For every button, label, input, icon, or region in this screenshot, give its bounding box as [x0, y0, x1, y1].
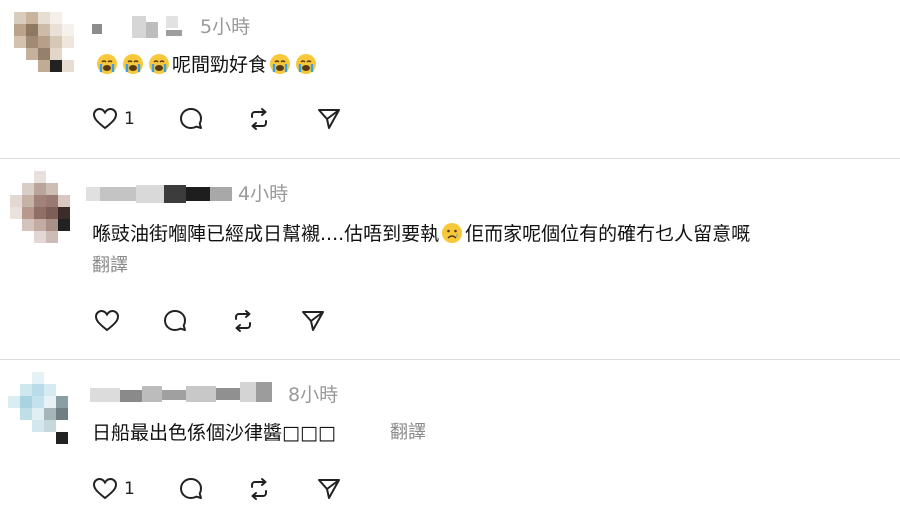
reply-button[interactable] [178, 104, 204, 134]
comment-icon [164, 310, 186, 331]
sad-face-icon [442, 223, 463, 243]
translate-link[interactable]: 翻譯 [92, 255, 128, 277]
send-icon [302, 311, 324, 331]
avatar[interactable] [10, 171, 74, 251]
repost-button[interactable] [230, 306, 256, 336]
send-icon [318, 109, 340, 129]
action-bar: 1 [92, 104, 372, 134]
crying-face-icon [270, 54, 291, 74]
heart-icon [92, 477, 118, 500]
repost-icon [235, 310, 251, 332]
timestamp: 8小時 [288, 384, 339, 406]
comment-icon [180, 478, 202, 499]
comment-1: 5小時 呢間勁好食 1 [0, 0, 900, 158]
timestamp: 4小時 [238, 183, 289, 205]
like-button[interactable]: 1 [92, 104, 135, 134]
send-icon [318, 479, 340, 499]
like-button[interactable]: 1 [92, 474, 135, 504]
crying-face-icon [296, 54, 317, 74]
comment-icon [180, 108, 202, 129]
share-button[interactable] [316, 104, 342, 134]
crying-face-icon [97, 54, 117, 74]
comment-text-part-1: 喺豉油街嗰陣已經成日幫襯....估唔到要執 [92, 223, 440, 245]
timestamp: 5小時 [200, 16, 251, 38]
repost-button[interactable] [246, 104, 272, 134]
like-button[interactable] [94, 306, 120, 336]
comment-text-part-2: 佢而家呢個位有的確冇乜人留意嘅 [465, 223, 751, 245]
action-bar [94, 306, 354, 336]
comment-text: 喺豉油街嗰陣已經成日幫襯....估唔到要執 佢而家呢個位有的確冇乜人留意嘅 [92, 221, 750, 247]
heart-icon [92, 107, 118, 130]
repost-icon [251, 108, 267, 130]
like-count: 1 [124, 109, 135, 129]
comment-3: 8小時 日船最出色係個沙律醬□□□ 翻譯 1 [0, 360, 900, 506]
translate-link[interactable]: 翻譯 [390, 422, 426, 444]
comment-text: 日船最出色係個沙律醬□□□ [92, 422, 336, 444]
username-blurred[interactable] [90, 382, 280, 404]
username-blurred[interactable] [92, 16, 192, 38]
reply-button[interactable] [162, 306, 188, 336]
repost-icon [251, 478, 267, 500]
avatar[interactable] [8, 372, 80, 444]
username-blurred[interactable] [86, 183, 232, 205]
share-button[interactable] [316, 474, 342, 504]
reply-button[interactable] [178, 474, 204, 504]
comment-text-main: 呢間勁好食 [172, 54, 268, 76]
comment-text: 呢間勁好食 [94, 52, 319, 78]
avatar[interactable] [14, 12, 74, 74]
action-bar: 1 [92, 474, 372, 504]
share-button[interactable] [300, 306, 326, 336]
crying-face-icon [149, 54, 169, 74]
heart-icon [94, 309, 120, 332]
crying-face-icon [123, 54, 143, 74]
repost-button[interactable] [246, 474, 272, 504]
comment-2: 4小時 喺豉油街嗰陣已經成日幫襯....估唔到要執 佢而家呢個位有的確冇乜人留意嘅… [0, 159, 900, 359]
like-count: 1 [124, 479, 135, 499]
